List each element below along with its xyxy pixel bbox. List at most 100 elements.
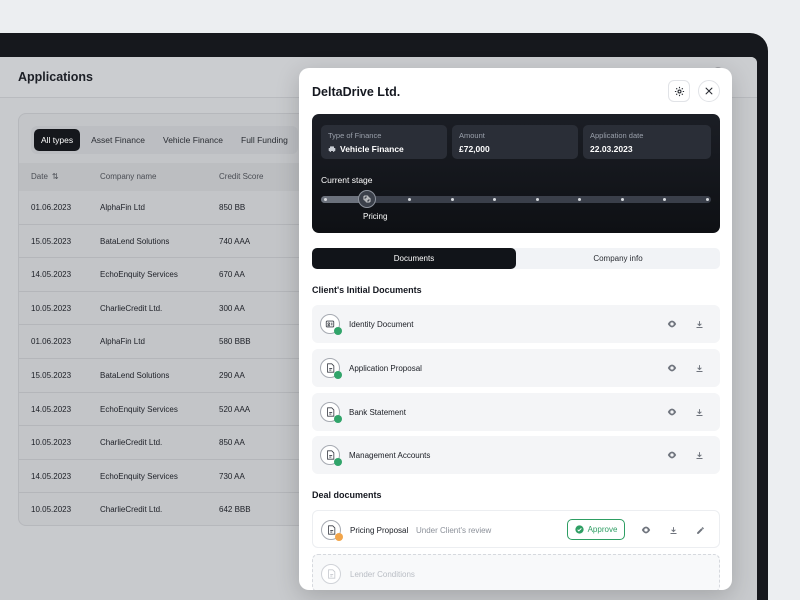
column-company: Company name [100, 172, 157, 181]
cell-company: CharlieCredit Ltd. [100, 438, 163, 448]
stage-step-dot [663, 198, 667, 201]
stage-step-dot [705, 198, 709, 201]
deal-documents-title: Deal documents [312, 490, 382, 500]
document-row-management-accounts: Management Accounts [312, 436, 720, 474]
cell-company: EchoEnquity Services [100, 270, 178, 280]
stage-step-dot [323, 198, 327, 201]
cell-date: 14.05.2023 [31, 270, 72, 280]
application-date-tile: Application date 22.03.2023 [583, 125, 711, 159]
table-row[interactable]: 10.05.2023 CharlieCredit Ltd. 300 AA [19, 292, 317, 326]
cell-date: 01.06.2023 [31, 203, 72, 212]
verified-badge-icon [334, 458, 342, 466]
cell-company: CharlieCredit Ltd. [100, 303, 163, 313]
filter-all-types[interactable]: All types [34, 129, 81, 151]
document-name: Application Proposal [349, 364, 422, 373]
cell-date: 14.05.2023 [31, 404, 72, 414]
download-icon[interactable] [693, 449, 705, 461]
cell-company: BataLend Solutions [100, 236, 170, 246]
verified-badge-icon [334, 371, 342, 379]
document-icon [321, 564, 341, 584]
detail-tabs: Documents Company info [312, 248, 720, 269]
eye-icon[interactable] [666, 318, 678, 330]
stage-step-dot [450, 198, 454, 201]
document-icon [320, 445, 342, 466]
cell-date: 10.05.2023 [31, 303, 72, 313]
finance-type-tile: Type of Finance Vehicle Finance [321, 125, 447, 159]
eye-icon[interactable] [666, 449, 678, 461]
download-icon[interactable] [693, 406, 705, 418]
document-icon [320, 402, 342, 423]
cell-date: 15.05.2023 [31, 236, 72, 246]
table-row[interactable]: 01.06.2023 AlphaFin Ltd 580 BBB [19, 325, 317, 359]
cell-score: 670 AA [219, 270, 245, 280]
download-icon[interactable] [693, 318, 705, 330]
eye-icon[interactable] [666, 406, 678, 418]
filter-asset-finance[interactable]: Asset Finance [84, 129, 152, 151]
tab-company-info[interactable]: Company info [516, 248, 720, 269]
application-summary-card: Type of Finance Vehicle Finance Amount £… [312, 114, 720, 233]
stage-current-marker[interactable] [358, 190, 377, 208]
document-name: Bank Statement [349, 408, 406, 417]
document-name: Pricing Proposal [350, 526, 409, 535]
download-icon[interactable] [693, 362, 705, 374]
settings-button[interactable] [668, 80, 690, 102]
approve-label: Approve [587, 525, 618, 534]
approve-button[interactable]: Approve [567, 519, 625, 540]
finance-type-label: Type of Finance [328, 131, 382, 140]
cell-score: 580 BBB [219, 337, 251, 347]
verified-badge-icon [334, 327, 342, 335]
amount-label: Amount [459, 131, 485, 140]
filter-full-funding[interactable]: Full Funding [234, 129, 295, 151]
current-stage-name: Pricing [363, 212, 388, 221]
filter-vehicle-finance[interactable]: Vehicle Finance [156, 129, 230, 151]
finance-type-value: Vehicle Finance [340, 144, 404, 154]
table-row[interactable]: 14.05.2023 EchoEnquity Services 520 AAA [19, 393, 317, 427]
finance-type-value-row: Vehicle Finance [328, 144, 440, 154]
document-name: Lender Conditions [350, 570, 415, 579]
cell-company: AlphaFin Ltd [100, 203, 145, 212]
table-row[interactable]: 15.05.2023 BataLend Solutions 740 AAA [19, 225, 317, 259]
table-row[interactable]: 14.05.2023 EchoEnquity Services 730 AA [19, 460, 317, 494]
tab-documents[interactable]: Documents [312, 248, 516, 269]
cell-company: BataLend Solutions [100, 370, 170, 380]
table-header: Date ⇅ Company name Credit Score [19, 163, 317, 191]
document-row-lender-conditions[interactable]: Lender Conditions [312, 554, 720, 590]
cell-date: 10.05.2023 [31, 438, 72, 448]
cell-score: 642 BBB [219, 505, 251, 515]
cell-score: 740 AAA [219, 236, 251, 246]
document-name: Identity Document [349, 320, 414, 329]
eye-icon[interactable] [666, 362, 678, 374]
document-icon [321, 520, 343, 541]
download-icon[interactable] [667, 524, 679, 536]
cell-date: 15.05.2023 [31, 370, 72, 380]
application-detail-modal: DeltaDrive Ltd. Type of Finance Vehicle … [299, 68, 732, 590]
stage-step-dot [620, 198, 624, 201]
table-row[interactable]: 14.05.2023 EchoEnquity Services 670 AA [19, 258, 317, 292]
application-date-value: 22.03.2023 [590, 144, 633, 154]
application-date-label: Application date [590, 131, 644, 140]
modal-title: DeltaDrive Ltd. [312, 85, 401, 99]
close-button[interactable] [698, 80, 720, 102]
table-row[interactable]: 15.05.2023 BataLend Solutions 290 AA [19, 359, 317, 393]
check-circle-icon [574, 525, 584, 534]
table-row[interactable]: 10.05.2023 CharlieCredit Ltd. 642 BBB [19, 493, 317, 525]
close-icon [705, 87, 713, 95]
eye-icon[interactable] [640, 524, 652, 536]
column-credit-score: Credit Score [219, 172, 264, 181]
table-row[interactable]: 01.06.2023 AlphaFin Ltd 850 BB [19, 191, 317, 225]
page-title: Applications [18, 70, 94, 84]
table-body: 01.06.2023 AlphaFin Ltd 850 BB 15.05.2023 B… [19, 191, 317, 525]
amount-value: £72,000 [459, 144, 490, 154]
initial-documents-title: Client's Initial Documents [312, 285, 422, 295]
type-filter: All types Asset Finance Vehicle Finance … [31, 126, 298, 154]
table-row[interactable]: 10.05.2023 CharlieCredit Ltd. 850 AA [19, 426, 317, 460]
sort-icon[interactable]: ⇅ [52, 172, 59, 181]
document-name: Management Accounts [349, 451, 431, 460]
cell-date: 01.06.2023 [31, 337, 72, 347]
cell-company: CharlieCredit Ltd. [100, 505, 163, 515]
edit-icon[interactable] [694, 524, 706, 536]
cell-company: AlphaFin Ltd [100, 337, 145, 347]
stage-step-dot [408, 198, 412, 201]
column-date-label: Date [31, 172, 48, 181]
column-date[interactable]: Date ⇅ [31, 172, 59, 181]
